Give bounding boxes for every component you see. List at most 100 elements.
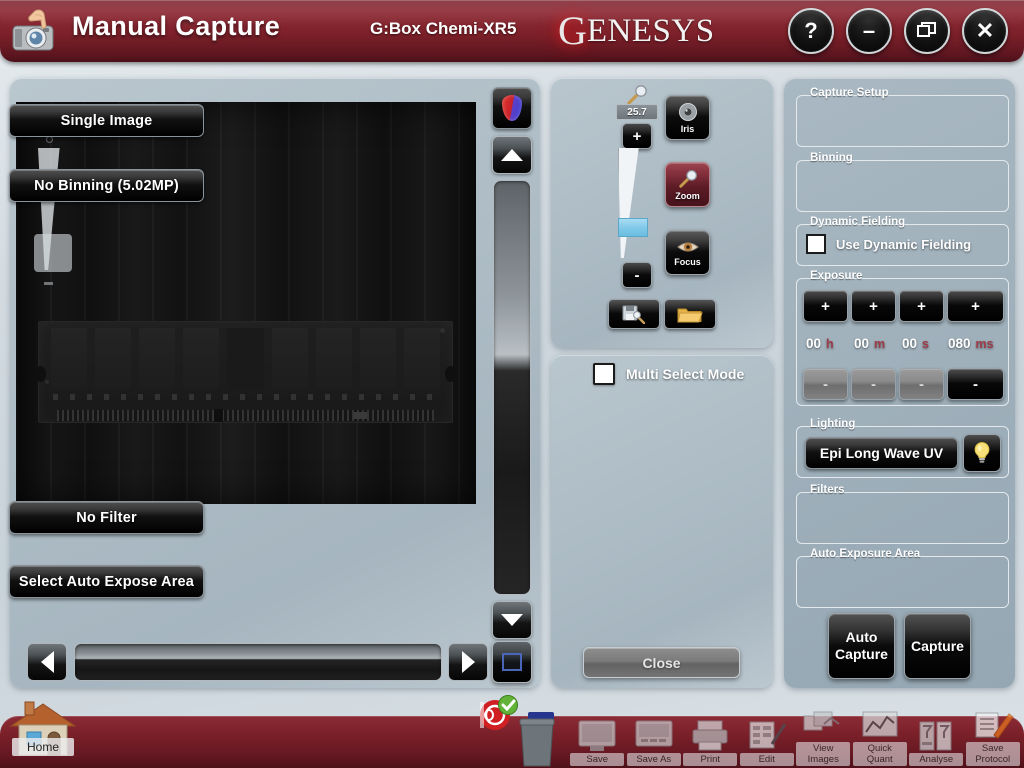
save-protocol-line2: Protocol	[975, 754, 1011, 765]
capture-preview[interactable]	[16, 102, 476, 504]
horizontal-scrollbar[interactable]	[74, 643, 442, 681]
quick-quant-line1: Quick	[867, 743, 892, 754]
lighting-button[interactable]: Epi Long Wave UV	[805, 437, 958, 469]
magnifier-icon	[627, 85, 647, 105]
filters-button[interactable]: No Filter	[9, 501, 204, 534]
close-button[interactable]: ✕	[962, 8, 1008, 54]
minimize-button[interactable]: –	[846, 8, 892, 54]
save-search-button[interactable]	[608, 299, 660, 329]
exposure-hours-plus[interactable]: +	[803, 290, 848, 322]
print-tool-label: Print	[683, 753, 738, 766]
preview-image[interactable]	[16, 102, 476, 504]
exposure-ms-minus[interactable]: -	[947, 368, 1004, 400]
binning-legend: Binning	[810, 152, 853, 164]
edit-tool[interactable]: Edit	[739, 704, 795, 766]
focus-button[interactable]: Focus	[665, 230, 710, 275]
view-images-line2: Images	[807, 754, 839, 765]
triangle-down-icon	[501, 614, 523, 626]
genesys-logo: G ENESYS	[558, 9, 715, 53]
save-search-icon	[622, 305, 646, 324]
auto-capture-label-line1: Auto	[845, 629, 878, 646]
color-droplet-icon	[502, 95, 522, 121]
chip	[359, 328, 396, 390]
analysis-icon	[913, 719, 959, 753]
print-tool[interactable]: Print	[683, 704, 738, 766]
exposure-ms-value-group: 080 ms	[948, 336, 994, 360]
binning-button[interactable]: No Binning (5.02MP)	[9, 169, 204, 202]
dynamic-fielding-row[interactable]: Use Dynamic Fielding	[806, 234, 971, 254]
close-panel-button[interactable]: Close	[583, 647, 740, 678]
zoom-slider-thumb[interactable]	[618, 218, 648, 237]
zoom-value-readout: 25.7	[616, 104, 658, 120]
save-as-tool[interactable]: Save As	[626, 704, 682, 766]
quick-quant-tool[interactable]: Quick Quant	[852, 704, 908, 766]
zoom-decrease-button[interactable]: -	[622, 262, 652, 288]
triangle-up-icon	[501, 149, 523, 161]
chip	[51, 328, 88, 390]
capture-ok-icon[interactable]	[475, 694, 519, 732]
capture-button[interactable]: Capture	[904, 613, 971, 679]
zoom-increase-button[interactable]: +	[622, 123, 652, 149]
trash-bin-icon[interactable]	[516, 710, 556, 768]
lamp-toggle-button[interactable]	[963, 434, 1001, 472]
exposure-minutes-plus[interactable]: +	[851, 290, 896, 322]
specimen-memory-module	[35, 321, 456, 423]
pencil-form-icon	[744, 719, 790, 753]
close-icon: ✕	[975, 18, 995, 43]
exposure-ms-plus[interactable]: +	[947, 290, 1004, 322]
binning-group: Binning	[796, 152, 1009, 212]
printer-icon	[687, 719, 733, 753]
manual-capture-window: Manual Capture G:Box Chemi-XR5 G ENESYS …	[0, 0, 1024, 768]
capture-setup-group: Capture Setup	[796, 87, 1009, 147]
save-tool[interactable]: Save	[570, 704, 625, 766]
scroll-left-button[interactable]	[27, 643, 67, 681]
page-title: Manual Capture	[72, 11, 281, 41]
triangle-left-icon	[40, 651, 54, 673]
exposure-minutes-value: 00	[854, 336, 870, 351]
vertical-scrollbar[interactable]	[493, 180, 531, 595]
fit-to-window-button[interactable]	[492, 641, 532, 683]
auto-capture-button[interactable]: Auto Capture	[828, 613, 895, 679]
select-auto-expose-area-button[interactable]: Select Auto Expose Area	[9, 565, 204, 598]
exposure-minutes-minus[interactable]: -	[851, 368, 896, 400]
help-button[interactable]: ?	[788, 8, 834, 54]
scroll-right-button[interactable]	[448, 643, 488, 681]
module-silkscreen	[53, 394, 438, 400]
zoom-slider[interactable]	[610, 148, 666, 258]
capture-setup-legend: Capture Setup	[810, 87, 889, 99]
restore-button[interactable]	[904, 8, 950, 54]
color-palette-button[interactable]	[492, 87, 532, 129]
save-protocol-tool[interactable]: Save Protocol	[965, 704, 1021, 766]
zoom-button[interactable]: Zoom	[665, 162, 710, 207]
scroll-up-button[interactable]	[492, 136, 532, 174]
capture-setup-button[interactable]: Single Image	[9, 104, 204, 137]
chip	[315, 328, 352, 390]
chip	[271, 328, 308, 390]
analyse-tool-label: Analyse	[909, 753, 964, 766]
exposure-minutes-unit: m	[874, 337, 886, 351]
view-images-tool[interactable]: View Images	[796, 704, 851, 766]
floppy-monitor-icon	[574, 719, 620, 753]
title-bar: Manual Capture G:Box Chemi-XR5 G ENESYS …	[0, 0, 1024, 62]
auto-exposure-area-group: Auto Exposure Area	[796, 548, 1009, 608]
save-tool-label: Save	[570, 753, 625, 766]
iris-button[interactable]: Iris	[665, 95, 710, 140]
exposure-seconds-plus[interactable]: +	[899, 290, 944, 322]
home-button-label: Home	[12, 738, 74, 756]
images-icon	[800, 708, 846, 742]
module-hole	[440, 328, 445, 333]
multi-select-checkbox[interactable]	[593, 363, 615, 385]
minimize-icon: –	[862, 18, 876, 43]
restore-icon	[917, 22, 936, 37]
analyse-tool[interactable]: Analyse	[909, 704, 964, 766]
chip	[183, 328, 220, 390]
dynamic-fielding-checkbox[interactable]	[806, 234, 826, 254]
multi-select-mode-row[interactable]: Multi Select Mode	[593, 363, 744, 385]
open-folder-button[interactable]	[664, 299, 716, 329]
auto-capture-label-line2: Capture	[835, 646, 888, 662]
help-icon: ?	[804, 18, 818, 43]
scroll-down-button[interactable]	[492, 601, 532, 639]
exposure-hours-unit: h	[826, 337, 834, 351]
exposure-hours-minus[interactable]: -	[803, 368, 848, 400]
exposure-seconds-minus[interactable]: -	[899, 368, 944, 400]
